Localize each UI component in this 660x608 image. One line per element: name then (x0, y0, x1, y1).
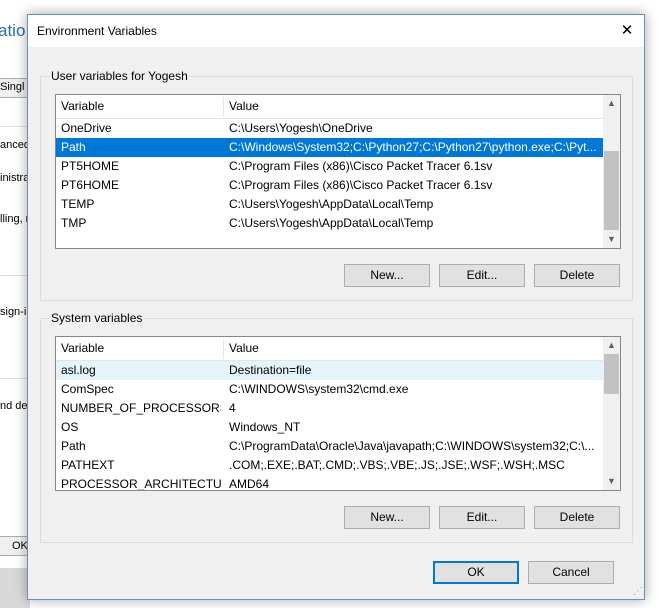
variable-value: C:\Users\Yogesh\OneDrive (229, 121, 373, 135)
scrollbar-thumb[interactable] (604, 354, 619, 394)
background-text: anced (0, 139, 30, 151)
list-header: Variable Value (56, 337, 603, 361)
scrollbar-thumb[interactable] (604, 151, 619, 230)
system-edit-button[interactable]: Edit... (439, 506, 525, 529)
variable-value: C:\Program Files (x86)\Cisco Packet Trac… (229, 159, 493, 173)
scroll-up-arrow-icon[interactable]: ▲ (603, 337, 620, 354)
table-row-selected[interactable]: Path C:\Windows\System32;C:\Python27;C:\… (56, 138, 603, 157)
table-row[interactable]: PATHEXT .COM;.EXE;.BAT;.CMD;.VBS;.VBE;.J… (56, 456, 603, 475)
column-header-value[interactable]: Value (224, 337, 603, 360)
variable-name: TEMP (61, 197, 95, 211)
column-header-variable[interactable]: Variable (56, 337, 223, 360)
scroll-down-arrow-icon[interactable]: ▼ (603, 231, 620, 248)
variable-value: 4 (229, 401, 236, 415)
table-row[interactable]: TMP C:\Users\Yogesh\AppData\Local\Temp (56, 214, 603, 233)
cancel-button[interactable]: Cancel (528, 561, 614, 584)
variable-name: OneDrive (61, 121, 112, 135)
user-delete-button[interactable]: Delete (534, 264, 620, 287)
table-row[interactable]: NUMBER_OF_PROCESSORS 4 (56, 399, 603, 418)
background-text: inistra (0, 172, 30, 184)
background-window: atio Singl anced inistra lling, n sign-i… (0, 0, 30, 608)
background-window-title: atio (0, 21, 26, 40)
table-row[interactable]: Path C:\ProgramData\Oracle\Java\javapath… (56, 437, 603, 456)
list-header: Variable Value (56, 95, 603, 119)
column-header-variable[interactable]: Variable (56, 95, 223, 118)
variable-value: C:\ProgramData\Oracle\Java\javapath;C:\W… (229, 439, 595, 453)
variable-value: C:\Users\Yogesh\AppData\Local\Temp (229, 197, 434, 211)
user-variables-label: User variables for Yogesh (50, 69, 189, 83)
background-text: lling, n (0, 213, 30, 225)
close-icon[interactable]: ✕ (610, 15, 644, 47)
user-new-button[interactable]: New... (344, 264, 430, 287)
variable-value: .COM;.EXE;.BAT;.CMD;.VBS;.VBE;.JS;.JSE;.… (229, 458, 565, 472)
divider (0, 126, 30, 127)
system-delete-button[interactable]: Delete (534, 506, 620, 529)
background-footer (0, 568, 30, 608)
dialog-title: Environment Variables (37, 24, 157, 38)
variable-value: Windows_NT (229, 420, 301, 434)
variable-name: Path (61, 140, 86, 154)
user-list-scrollbar[interactable]: ▲ ▼ (603, 95, 620, 248)
system-variable-rows: asl.log Destination=file ComSpec C:\WIND… (56, 361, 603, 491)
background-ok-label: OK (12, 540, 28, 552)
variable-name: OS (61, 420, 79, 434)
variable-name: PROCESSOR_ARCHITECTURE (61, 477, 221, 491)
user-variables-group: User variables for Yogesh Variable Value… (40, 69, 633, 301)
table-row[interactable]: OS Windows_NT (56, 418, 603, 437)
system-variables-list[interactable]: Variable Value asl.log Destination=file … (55, 336, 621, 491)
table-row[interactable]: OneDrive C:\Users\Yogesh\OneDrive (56, 119, 603, 138)
variable-name: NUMBER_OF_PROCESSORS (61, 401, 221, 415)
table-row[interactable]: TEMP C:\Users\Yogesh\AppData\Local\Temp (56, 195, 603, 214)
variable-name: TMP (61, 216, 87, 230)
user-edit-button[interactable]: Edit... (439, 264, 525, 287)
variable-name: PT6HOME (61, 178, 120, 192)
system-new-button[interactable]: New... (344, 506, 430, 529)
divider (0, 378, 30, 379)
system-variables-label: System variables (50, 311, 144, 325)
table-row[interactable]: ComSpec C:\WINDOWS\system32\cmd.exe (56, 380, 603, 399)
scroll-down-arrow-icon[interactable]: ▼ (603, 473, 620, 490)
table-row[interactable]: PROCESSOR_ARCHITECTURE AMD64 (56, 475, 603, 491)
system-list-scrollbar[interactable]: ▲ ▼ (603, 337, 620, 490)
resize-grip-icon[interactable]: ⋰ (633, 586, 643, 597)
background-text: Singl (0, 81, 25, 93)
divider (0, 275, 30, 276)
variable-value: Destination=file (229, 363, 312, 377)
user-variable-rows: OneDrive C:\Users\Yogesh\OneDrive Path C… (56, 119, 603, 233)
variable-name: Path (61, 439, 86, 453)
background-text: sign-in (0, 306, 30, 318)
ok-button[interactable]: OK (433, 561, 519, 584)
variable-value: AMD64 (229, 477, 270, 491)
variable-value: C:\Windows\System32;C:\Python27;C:\Pytho… (229, 140, 597, 154)
scroll-up-arrow-icon[interactable]: ▲ (603, 95, 620, 112)
column-header-value[interactable]: Value (224, 95, 603, 118)
variable-value: C:\WINDOWS\system32\cmd.exe (229, 382, 409, 396)
background-text: nd deb (0, 400, 30, 412)
variable-value: C:\Users\Yogesh\AppData\Local\Temp (229, 216, 434, 230)
table-row-highlighted[interactable]: asl.log Destination=file (56, 361, 603, 380)
table-row[interactable]: PT5HOME C:\Program Files (x86)\Cisco Pac… (56, 157, 603, 176)
variable-name: ComSpec (61, 382, 114, 396)
variable-name: PT5HOME (61, 159, 120, 173)
environment-variables-dialog: Environment Variables ✕ User variables f… (27, 14, 645, 600)
system-variables-group: System variables Variable Value asl.log … (40, 311, 633, 543)
variable-value: C:\Program Files (x86)\Cisco Packet Trac… (229, 178, 493, 192)
variable-name: PATHEXT (61, 458, 115, 472)
title-bar[interactable]: Environment Variables ✕ (28, 15, 644, 47)
user-variables-list[interactable]: Variable Value OneDrive C:\Users\Yogesh\… (55, 94, 621, 249)
table-row[interactable]: PT6HOME C:\Program Files (x86)\Cisco Pac… (56, 176, 603, 195)
variable-name: asl.log (61, 363, 96, 377)
